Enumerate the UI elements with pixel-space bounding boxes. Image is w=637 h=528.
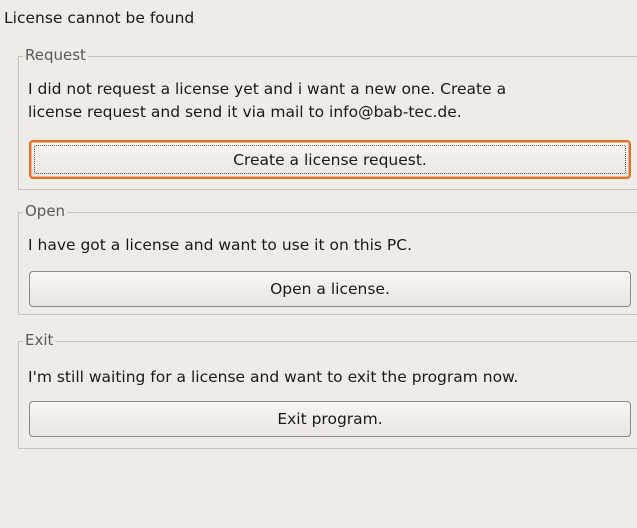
exit-program-button-label: Exit program. xyxy=(277,410,383,428)
exit-group-title: Exit xyxy=(23,331,56,349)
open-license-button[interactable]: Open a license. xyxy=(29,271,631,307)
create-license-request-button-label: Create a license request. xyxy=(233,150,427,169)
request-group-title: Request xyxy=(23,46,88,64)
exit-program-button[interactable]: Exit program. xyxy=(29,401,631,437)
header-message: License cannot be found xyxy=(4,9,195,27)
exit-description: I'm still waiting for a license and want… xyxy=(28,368,519,386)
request-description-line1: I did not request a license yet and i wa… xyxy=(28,80,507,98)
open-license-button-label: Open a license. xyxy=(270,280,390,298)
open-group-title: Open xyxy=(23,202,68,220)
request-description-line2: license request and send it via mail to … xyxy=(28,103,462,121)
create-license-request-button[interactable]: Create a license request. xyxy=(29,140,631,179)
open-group: Open I have got a license and want to us… xyxy=(18,202,637,315)
request-group: Request I did not request a license yet … xyxy=(18,46,637,190)
exit-group: Exit I'm still waiting for a license and… xyxy=(18,331,637,449)
open-description: I have got a license and want to use it … xyxy=(28,236,413,254)
